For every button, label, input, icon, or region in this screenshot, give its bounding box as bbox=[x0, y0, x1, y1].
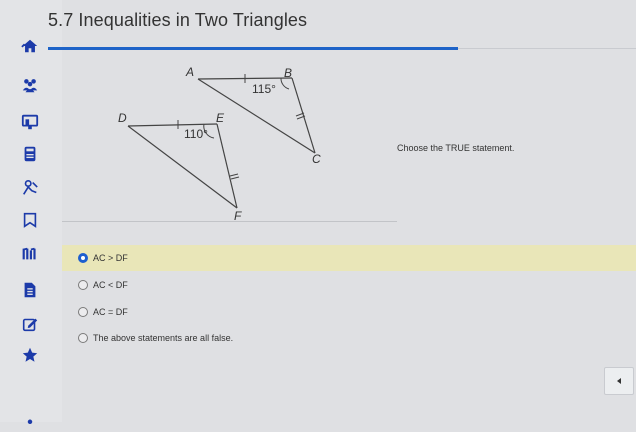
answer-option-label: AC < DF bbox=[93, 280, 128, 290]
vertex-e-label: E bbox=[216, 111, 225, 125]
edit-icon[interactable] bbox=[18, 312, 42, 336]
question-prompt: Choose the TRUE statement. bbox=[397, 143, 515, 153]
chevron-left-icon bbox=[617, 378, 621, 384]
radio-button[interactable] bbox=[78, 307, 88, 317]
home-icon[interactable] bbox=[18, 34, 42, 58]
answer-option-label: The above statements are all false. bbox=[93, 333, 234, 343]
calculator-icon[interactable] bbox=[18, 142, 42, 166]
section-divider bbox=[62, 221, 397, 222]
group-icon[interactable] bbox=[18, 73, 42, 97]
sidebar bbox=[0, 0, 62, 425]
radio-button[interactable] bbox=[78, 333, 88, 343]
answer-option-3[interactable]: AC = DF bbox=[62, 299, 636, 325]
angle-e-label: 110° bbox=[184, 127, 208, 141]
answer-option-1[interactable]: AC > DF bbox=[62, 245, 636, 271]
vertex-a-label: A bbox=[185, 65, 194, 79]
title-underline bbox=[48, 47, 458, 50]
screen-icon[interactable] bbox=[18, 110, 42, 134]
star-icon[interactable] bbox=[18, 343, 42, 367]
vertex-c-label: C bbox=[312, 152, 321, 166]
bookmark-icon[interactable] bbox=[18, 208, 42, 232]
angle-b-label: 115° bbox=[252, 82, 276, 96]
bars-icon[interactable] bbox=[18, 242, 42, 266]
title-rule-rest bbox=[458, 48, 636, 49]
answer-option-2[interactable]: AC < DF bbox=[62, 272, 636, 298]
vertex-d-label: D bbox=[118, 111, 127, 125]
vertex-b-label: B bbox=[284, 66, 292, 80]
document-icon[interactable] bbox=[18, 278, 42, 302]
pen-hand-icon[interactable] bbox=[18, 176, 42, 200]
previous-button[interactable] bbox=[604, 367, 634, 395]
page-title: 5.7 Inequalities in Two Triangles bbox=[48, 10, 308, 30]
answer-option-label: AC = DF bbox=[93, 307, 128, 317]
triangle-figure: A B C D E F 115° 110° bbox=[118, 65, 321, 223]
more-icon[interactable] bbox=[18, 408, 42, 432]
answer-option-4[interactable]: The above statements are all false. bbox=[62, 325, 636, 351]
answer-option-label: AC > DF bbox=[93, 253, 128, 263]
radio-button[interactable] bbox=[78, 280, 88, 290]
radio-button-selected[interactable] bbox=[78, 253, 88, 263]
